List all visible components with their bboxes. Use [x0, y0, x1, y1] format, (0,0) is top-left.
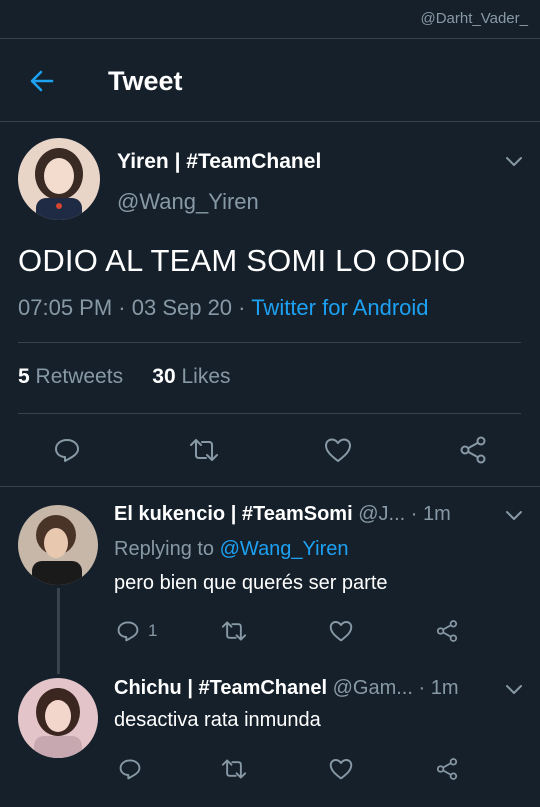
- author-handle[interactable]: @Wang_Yiren: [117, 189, 259, 215]
- thread-line: [57, 588, 60, 674]
- page-title: Tweet: [108, 66, 183, 96]
- avatar[interactable]: [18, 678, 98, 758]
- divider: [18, 342, 521, 343]
- share-button[interactable]: [456, 433, 490, 467]
- heart-icon: [329, 759, 353, 780]
- reply-author-handle[interactable]: @J...: [358, 503, 405, 525]
- tweet-meta: 07:05 PM · 03 Sep 20 · Twitter for Andro…: [18, 295, 429, 321]
- share-icon: [436, 620, 458, 642]
- replying-to-link[interactable]: @Wang_Yiren: [220, 538, 349, 560]
- likes-stat[interactable]: 30 Likes: [152, 365, 230, 388]
- retweet-icon: [221, 621, 247, 641]
- chevron-down-icon: [506, 511, 522, 520]
- avatar-image: [18, 678, 98, 758]
- reply-button[interactable]: [116, 755, 144, 783]
- divider: [18, 413, 521, 414]
- like-button[interactable]: [321, 433, 355, 467]
- meta-separator: ·: [232, 295, 252, 320]
- speech-bubble-icon: [119, 759, 141, 780]
- heart-icon: [329, 621, 353, 642]
- retweet-icon: [190, 439, 218, 461]
- avatar[interactable]: [18, 138, 100, 220]
- author-name[interactable]: Yiren | #TeamChanel: [117, 150, 321, 174]
- top-bar: Tweet: [0, 38, 540, 122]
- like-button[interactable]: [327, 617, 355, 645]
- avatar-image: [18, 505, 98, 585]
- reply-author-name[interactable]: El kukencio | #TeamSomi: [114, 503, 353, 525]
- retweet-icon: [221, 759, 247, 779]
- tweet-text: ODIO AL TEAM SOMI LO ODIO: [18, 243, 466, 278]
- reply-count: 1: [148, 621, 158, 640]
- tweet-date: 03 Sep 20: [131, 295, 233, 320]
- like-button[interactable]: [327, 755, 355, 783]
- avatar-image: [18, 138, 100, 220]
- tweet-stats: 5 Retweets 30 Likes: [18, 365, 231, 389]
- avatar[interactable]: [18, 505, 98, 585]
- reply-time: · 1m: [410, 503, 451, 525]
- reply-button[interactable]: [50, 433, 84, 467]
- watermark: @Darht_Vader_: [420, 10, 528, 27]
- chevron-down-icon: [506, 685, 522, 694]
- speech-bubble-icon: [117, 621, 139, 642]
- share-icon: [460, 436, 486, 464]
- tweet-time: 07:05 PM: [18, 295, 113, 320]
- chevron-down-icon: [506, 157, 522, 166]
- retweet-count: 5: [18, 365, 30, 388]
- retweets-stat[interactable]: 5 Retweets: [18, 365, 123, 388]
- reply-author-name[interactable]: Chichu | #TeamChanel: [114, 677, 327, 699]
- retweet-button[interactable]: [186, 433, 222, 467]
- reply-text: desactiva rata inmunda: [114, 709, 321, 731]
- divider: [0, 486, 540, 487]
- likes-label: Likes: [181, 365, 231, 388]
- reply-header: Chichu | #TeamChanel @Gam... · 1m: [114, 677, 489, 700]
- arrow-left-icon: [30, 70, 54, 92]
- reply-more-button[interactable]: [503, 679, 525, 701]
- reply-author-handle[interactable]: @Gam...: [333, 677, 413, 699]
- back-button[interactable]: [26, 65, 58, 97]
- share-button[interactable]: [433, 755, 461, 783]
- retweet-button[interactable]: [218, 755, 250, 783]
- share-icon: [436, 758, 458, 780]
- tweet-source-link[interactable]: Twitter for Android: [251, 295, 428, 320]
- replying-to: Replying to @Wang_Yiren: [114, 538, 349, 561]
- meta-separator: ·: [112, 295, 132, 320]
- retweet-button[interactable]: [218, 617, 250, 645]
- speech-bubble-icon: [55, 439, 79, 462]
- share-button[interactable]: [433, 617, 461, 645]
- reply-header: El kukencio | #TeamSomi @J... · 1m: [114, 503, 489, 526]
- replying-to-label: Replying to: [114, 538, 215, 560]
- heart-icon: [325, 438, 351, 462]
- reply-text: pero bien que querés ser parte: [114, 572, 388, 594]
- tweet-more-button[interactable]: [503, 151, 525, 173]
- like-count: 30: [152, 365, 176, 388]
- retweets-label: Retweets: [35, 365, 124, 388]
- reply-time: · 1m: [418, 677, 459, 699]
- reply-more-button[interactable]: [503, 505, 525, 527]
- reply-button[interactable]: 1: [116, 617, 157, 645]
